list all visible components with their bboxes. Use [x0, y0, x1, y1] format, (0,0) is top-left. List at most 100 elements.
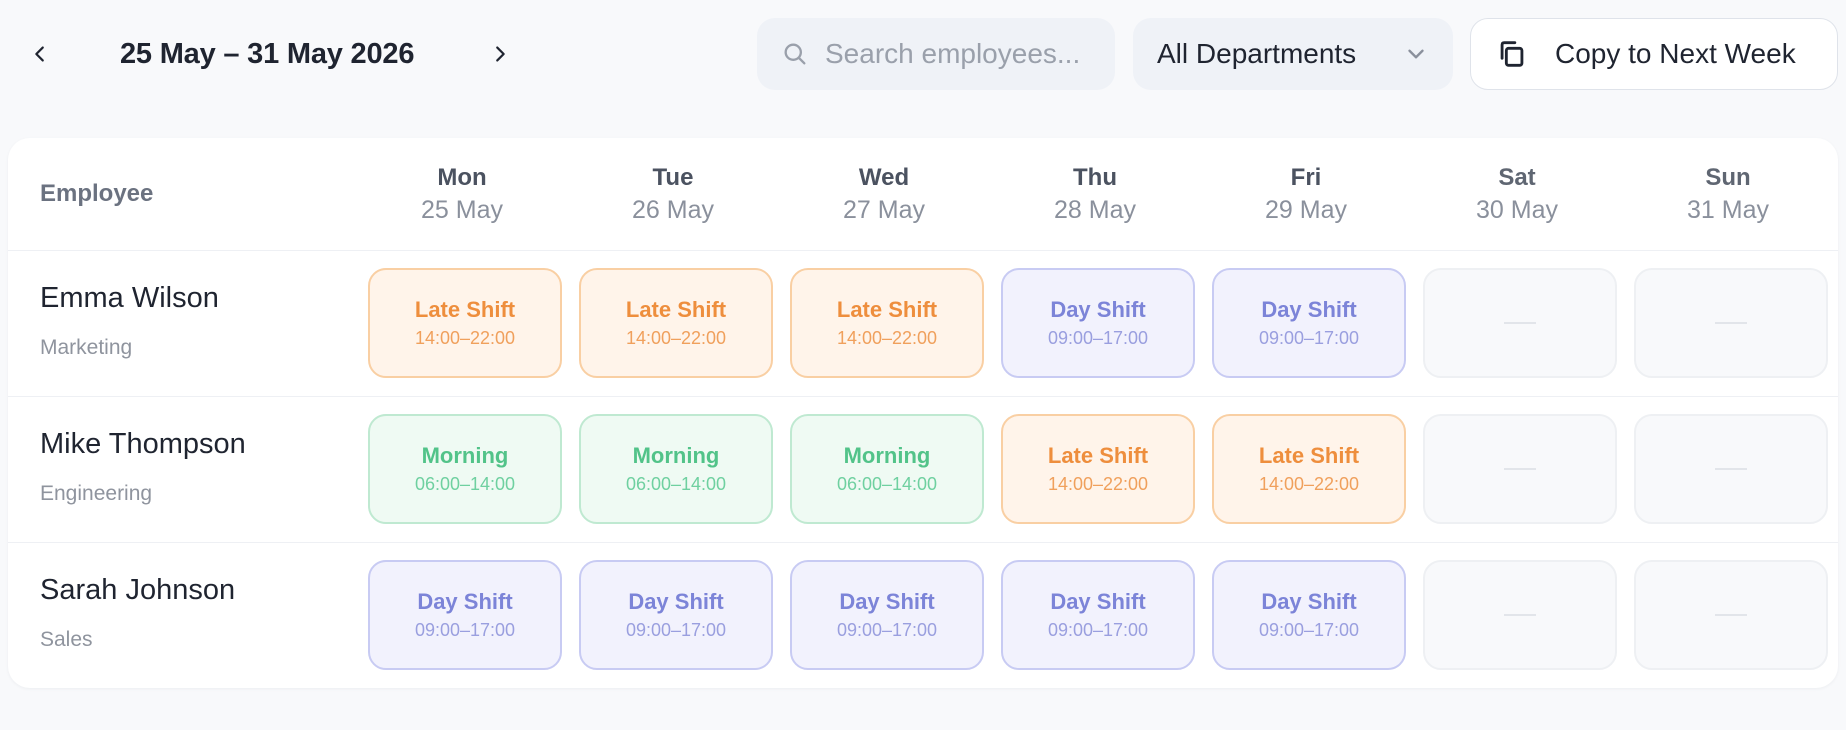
shift-cell[interactable]: Day Shift 09:00–17:00 — [1212, 268, 1406, 378]
chevron-right-icon — [496, 46, 505, 62]
shift-cell[interactable]: Morning 06:00–14:00 — [368, 414, 562, 524]
search-box — [757, 18, 1117, 90]
shift-cell[interactable]: Late Shift 14:00–22:00 — [368, 268, 562, 378]
shift-cell[interactable]: Late Shift 14:00–22:00 — [579, 268, 773, 378]
empty-shift-cell[interactable] — [1634, 414, 1828, 524]
employee-name: Mike Thompson — [40, 428, 246, 460]
shift-label: Day Shift — [417, 589, 513, 614]
shift-time: 09:00–17:00 — [1258, 620, 1360, 640]
row-divider — [8, 396, 1838, 397]
header-divider — [8, 250, 1838, 251]
shift-label: Late Shift — [1258, 443, 1360, 468]
shift-label: Day Shift — [1261, 297, 1357, 322]
shift-cell[interactable]: Late Shift 14:00–22:00 — [790, 268, 984, 378]
date-range-label: 25 May – 31 May 2026 — [120, 38, 415, 70]
day-header-sat: Sat 30 May — [1420, 162, 1614, 226]
employee-department: Marketing — [40, 336, 133, 359]
day-date: 30 May — [1476, 196, 1558, 224]
shift-cell[interactable]: Day Shift 09:00–17:00 — [368, 560, 562, 670]
shift-time: 06:00–14:00 — [414, 474, 516, 494]
shift-label: Morning — [632, 443, 720, 468]
shift-time: 09:00–17:00 — [625, 620, 727, 640]
copy-icon — [1500, 41, 1524, 67]
empty-dash — [1504, 614, 1536, 616]
day-header-wed: Wed 27 May — [787, 162, 981, 226]
day-header-mon: Mon 25 May — [365, 162, 559, 226]
day-date: 28 May — [1054, 196, 1136, 224]
empty-dash — [1715, 468, 1747, 470]
shift-label: Late Shift — [836, 297, 938, 322]
empty-dash — [1715, 614, 1747, 616]
employee-department: Engineering — [40, 482, 153, 505]
shift-label: Day Shift — [628, 589, 724, 614]
shift-time: 09:00–17:00 — [1047, 328, 1149, 348]
day-name: Wed — [858, 164, 910, 191]
shift-label: Day Shift — [1050, 297, 1146, 322]
day-header-sun: Sun 31 May — [1631, 162, 1825, 226]
shift-label: Late Shift — [625, 297, 727, 322]
search-icon — [784, 43, 806, 65]
shift-cell[interactable]: Day Shift 09:00–17:00 — [579, 560, 773, 670]
day-date: 26 May — [632, 196, 714, 224]
employee-name: Emma Wilson — [40, 282, 219, 314]
day-name: Mon — [437, 164, 487, 191]
schedule-grid: Employee Mon 25 May Tue 26 May Wed 27 Ma… — [8, 138, 1838, 688]
shift-label: Day Shift — [839, 589, 935, 614]
copy-to-next-week-button[interactable]: Copy to Next Week — [1470, 18, 1838, 90]
chevron-left-icon — [35, 46, 44, 62]
shift-cell[interactable]: Day Shift 09:00–17:00 — [1212, 560, 1406, 670]
day-date: 29 May — [1265, 196, 1347, 224]
day-name: Sun — [1705, 164, 1751, 191]
next-week-button[interactable] — [480, 34, 520, 74]
day-header-tue: Tue 26 May — [576, 162, 770, 226]
shift-cell[interactable]: Late Shift 14:00–22:00 — [1212, 414, 1406, 524]
day-header-thu: Thu 28 May — [998, 162, 1192, 226]
day-header-fri: Fri 29 May — [1209, 162, 1403, 226]
chevron-down-icon — [1408, 49, 1424, 59]
day-name: Fri — [1290, 164, 1322, 191]
day-date: 31 May — [1687, 196, 1769, 224]
department-select[interactable]: All Departments — [1133, 18, 1453, 90]
shift-cell[interactable]: Day Shift 09:00–17:00 — [1001, 268, 1195, 378]
shift-time: 14:00–22:00 — [414, 328, 516, 348]
shift-time: 14:00–22:00 — [625, 328, 727, 348]
empty-shift-cell[interactable] — [1423, 560, 1617, 670]
shift-label: Day Shift — [1261, 589, 1357, 614]
shift-cell[interactable]: Morning 06:00–14:00 — [790, 414, 984, 524]
shift-time: 14:00–22:00 — [836, 328, 938, 348]
shift-label: Morning — [421, 443, 509, 468]
shift-cell[interactable]: Day Shift 09:00–17:00 — [790, 560, 984, 670]
search-input[interactable] — [823, 37, 1117, 71]
employee-name: Sarah Johnson — [40, 574, 236, 606]
shift-time: 06:00–14:00 — [625, 474, 727, 494]
row-divider — [8, 542, 1838, 543]
shift-time: 09:00–17:00 — [414, 620, 516, 640]
shift-time: 14:00–22:00 — [1047, 474, 1149, 494]
empty-shift-cell[interactable] — [1423, 268, 1617, 378]
shift-cell[interactable]: Late Shift 14:00–22:00 — [1001, 414, 1195, 524]
shift-time: 06:00–14:00 — [836, 474, 938, 494]
day-date: 27 May — [843, 196, 925, 224]
toolbar: 25 May – 31 May 2026 All Departments Cop… — [0, 0, 1846, 110]
day-name: Sat — [1498, 164, 1536, 191]
empty-shift-cell[interactable] — [1634, 268, 1828, 378]
empty-dash — [1504, 468, 1536, 470]
day-name: Thu — [1073, 164, 1117, 191]
employee-column-header: Employee — [40, 180, 154, 207]
shift-time: 09:00–17:00 — [836, 620, 938, 640]
shift-cell[interactable]: Morning 06:00–14:00 — [579, 414, 773, 524]
copy-button-label: Copy to Next Week — [1555, 38, 1796, 69]
empty-shift-cell[interactable] — [1423, 414, 1617, 524]
shift-time: 09:00–17:00 — [1047, 620, 1149, 640]
previous-week-button[interactable] — [20, 34, 60, 74]
shift-label: Day Shift — [1050, 589, 1146, 614]
empty-shift-cell[interactable] — [1634, 560, 1828, 670]
shift-cell[interactable]: Day Shift 09:00–17:00 — [1001, 560, 1195, 670]
day-date: 25 May — [421, 196, 503, 224]
department-select-value: All Departments — [1157, 38, 1357, 69]
empty-dash — [1715, 322, 1747, 324]
employee-department: Sales — [40, 628, 93, 651]
empty-dash — [1504, 322, 1536, 324]
shift-label: Morning — [843, 443, 931, 468]
shift-time: 09:00–17:00 — [1258, 328, 1360, 348]
